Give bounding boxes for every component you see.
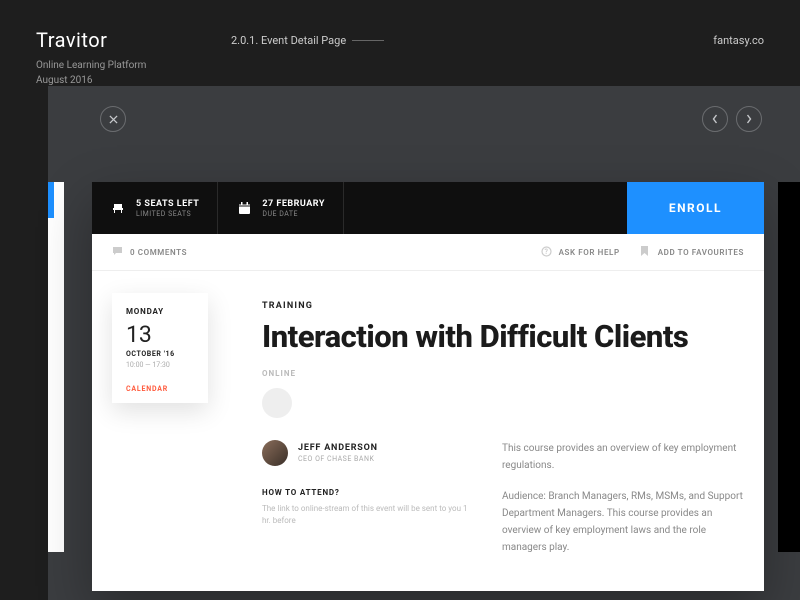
date-number: 13: [126, 321, 194, 348]
enroll-button[interactable]: ENROLL: [627, 182, 764, 234]
calendar-icon: [236, 200, 252, 216]
author-role: CEO OF CHASE BANK: [298, 455, 378, 463]
attend-heading: HOW TO ATTEND?: [262, 488, 472, 497]
desc-p1: This course provides an overview of key …: [502, 440, 744, 474]
page-label: 2.0.1. Event Detail Page: [231, 34, 346, 47]
brand-title: Travitor: [36, 28, 231, 52]
event-mode: ONLINE: [262, 369, 744, 378]
prev-card-peek[interactable]: [48, 182, 64, 552]
info-bar: 5 SEATS LEFT LIMITED SEATS 27 FEBRUARY D…: [92, 182, 764, 234]
mode-badge: [262, 388, 292, 418]
seats-info: 5 SEATS LEFT LIMITED SEATS: [92, 182, 218, 234]
divider-line: [352, 40, 384, 41]
chevron-left-icon: [712, 114, 718, 124]
event-card: 5 SEATS LEFT LIMITED SEATS 27 FEBRUARY D…: [92, 182, 764, 591]
seat-icon: [110, 200, 126, 216]
calendar-link[interactable]: CALENDAR: [126, 385, 194, 393]
next-card-peek[interactable]: [778, 182, 800, 552]
favourite-label: ADD TO FAVOURITES: [658, 248, 744, 257]
comments-link[interactable]: 0 COMMENTS: [112, 246, 187, 258]
author-block: JEFF ANDERSON CEO OF CHASE BANK: [262, 440, 472, 466]
date-time: 10:00 — 17:30: [126, 361, 194, 369]
close-button[interactable]: [100, 106, 126, 132]
brand-subtitle-2: August 2016: [36, 73, 231, 88]
close-icon: [109, 115, 118, 124]
comments-label: 0 COMMENTS: [130, 248, 187, 257]
stage: 5 SEATS LEFT LIMITED SEATS 27 FEBRUARY D…: [48, 86, 800, 600]
chevron-right-icon: [746, 114, 752, 124]
attend-text: The link to online-stream of this event …: [262, 503, 472, 527]
description: This course provides an overview of key …: [502, 440, 744, 556]
favourite-link[interactable]: ADD TO FAVOURITES: [640, 246, 744, 258]
seats-sub: LIMITED SEATS: [136, 210, 199, 218]
brand-subtitle-1: Online Learning Platform: [36, 58, 231, 73]
help-label: ASK FOR HELP: [559, 248, 620, 257]
author-name: JEFF ANDERSON: [298, 443, 378, 453]
author-avatar: [262, 440, 288, 466]
date-month: OCTOBER '16: [126, 350, 194, 358]
event-title: Interaction with Difficult Clients: [262, 319, 744, 355]
due-title: 27 FEBRUARY: [262, 199, 325, 209]
bookmark-icon: [640, 246, 652, 258]
date-weekday: MONDAY: [126, 307, 194, 316]
help-link[interactable]: ? ASK FOR HELP: [541, 246, 620, 258]
due-sub: DUE DATE: [262, 210, 325, 218]
due-info: 27 FEBRUARY DUE DATE: [218, 182, 344, 234]
meta-bar: 0 COMMENTS ? ASK FOR HELP ADD TO FAVOURI…: [92, 234, 764, 271]
credit-link[interactable]: fantasy.co: [713, 28, 764, 88]
event-kicker: TRAINING: [262, 301, 744, 311]
seats-title: 5 SEATS LEFT: [136, 199, 199, 209]
svg-text:?: ?: [544, 248, 548, 256]
help-icon: ?: [541, 246, 553, 258]
desc-p2: Audience: Branch Managers, RMs, MSMs, an…: [502, 488, 744, 556]
prev-button[interactable]: [702, 106, 728, 132]
next-button[interactable]: [736, 106, 762, 132]
date-card: MONDAY 13 OCTOBER '16 10:00 — 17:30 CALE…: [112, 293, 208, 403]
comment-icon: [112, 246, 124, 258]
